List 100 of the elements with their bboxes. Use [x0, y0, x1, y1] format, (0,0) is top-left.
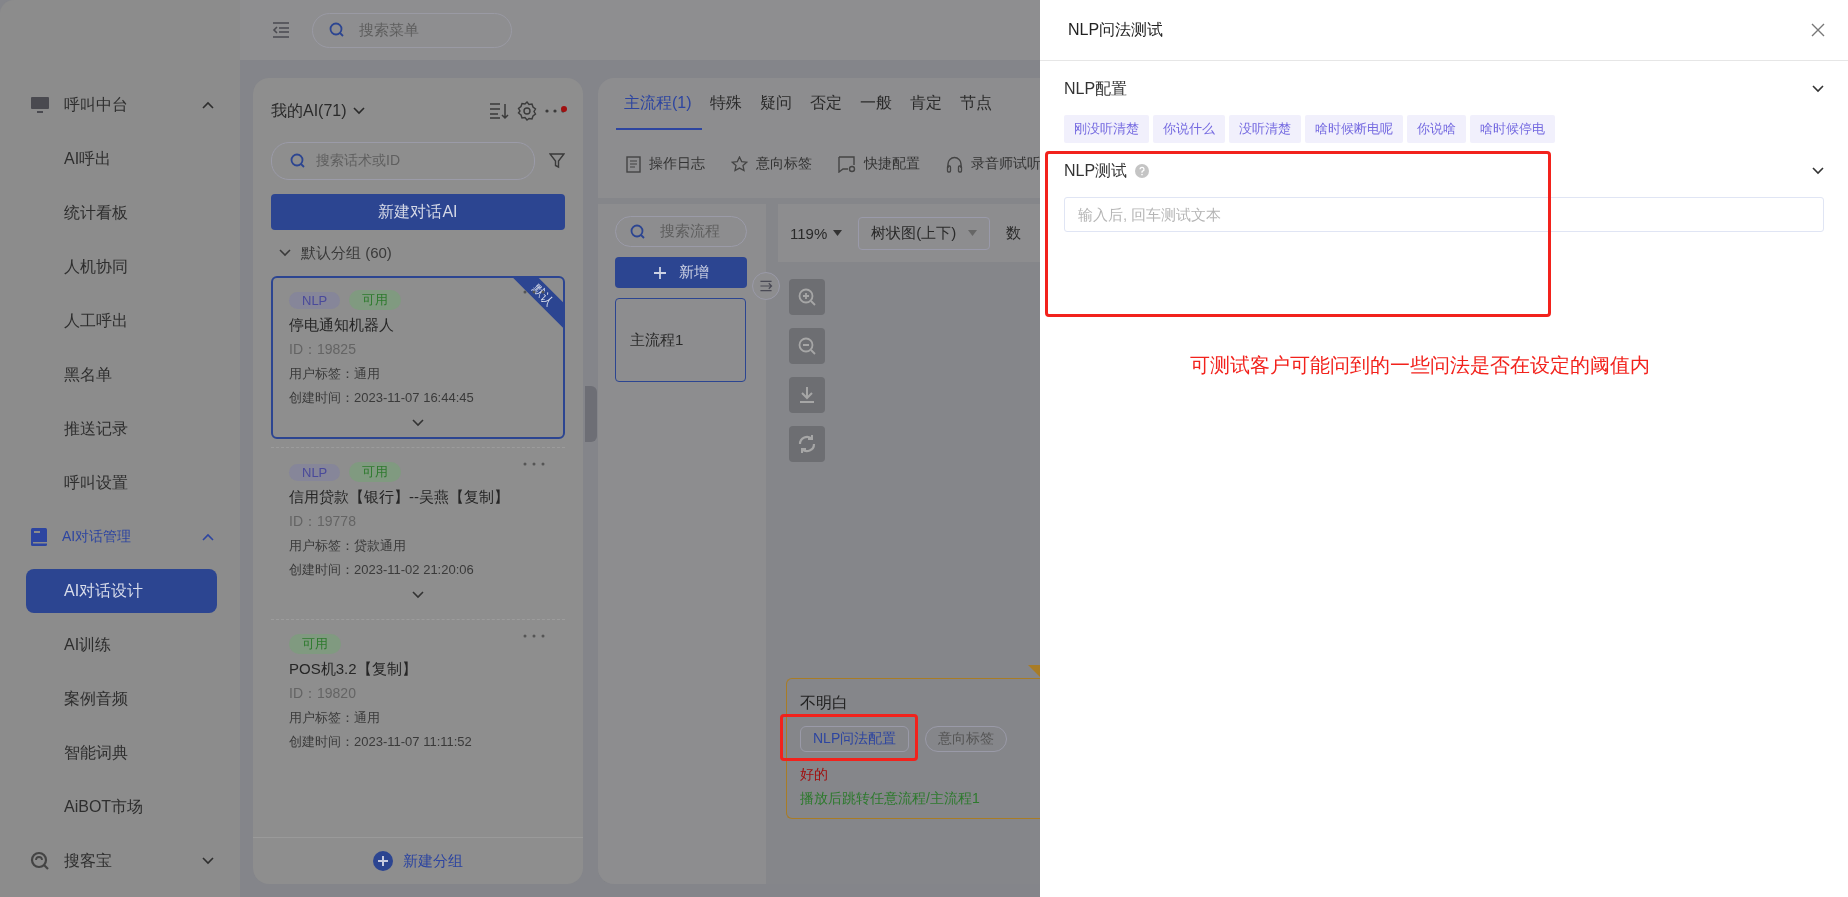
- chevron-icon: [202, 857, 214, 865]
- layout-select[interactable]: 树状图(上下): [858, 216, 991, 250]
- chevron-icon: [202, 101, 214, 109]
- settings-icon[interactable]: [517, 101, 537, 121]
- flow-tab[interactable]: 主流程(1): [616, 93, 702, 130]
- search-icon: [630, 223, 646, 240]
- jump-action-text: 播放后跳转任意流程/主流程1: [800, 790, 981, 808]
- nlp-config-button[interactable]: NLP问法配置: [800, 726, 910, 752]
- bot-name: 信用贷款【银行】--吴燕【复制】: [289, 488, 510, 507]
- refresh-button[interactable]: [789, 426, 825, 462]
- toolbar-button[interactable]: 意向标签: [731, 155, 812, 173]
- refresh-icon: [797, 434, 817, 454]
- sidebar-item[interactable]: 人机协同: [26, 240, 214, 294]
- sidebar-item[interactable]: AiBOT市场: [26, 780, 214, 834]
- collapse-icon[interactable]: [752, 272, 780, 300]
- caret-icon: [833, 230, 843, 236]
- nlp-tag: NLP: [289, 291, 341, 309]
- notification-dot: [561, 106, 567, 112]
- chevron-icon: [1812, 167, 1824, 175]
- menu-group[interactable]: AI对话管理: [0, 510, 240, 564]
- dropdown-icon: [352, 107, 365, 115]
- close-icon[interactable]: [1810, 22, 1826, 38]
- phrase-tag: 没听清楚: [1229, 115, 1301, 143]
- add-flow-button[interactable]: 新增: [615, 257, 747, 288]
- zoom-out-button[interactable]: [789, 328, 825, 364]
- reply-text: 好的: [800, 766, 829, 784]
- sidebar-item[interactable]: AI呼出: [26, 132, 214, 186]
- flow-tab[interactable]: 一般: [851, 93, 902, 130]
- sidebar-item[interactable]: AI训练: [26, 618, 214, 672]
- menu-icon[interactable]: [272, 22, 290, 38]
- flow-tab[interactable]: 否定: [801, 93, 852, 130]
- zoom-out-icon: [797, 336, 817, 356]
- new-ai-button[interactable]: 新建对话AI: [271, 194, 565, 230]
- search-icon: [30, 851, 50, 871]
- created-time: 创建时间：2023-11-07 16:44:45: [289, 389, 475, 407]
- toolbar-label: 数: [1006, 223, 1022, 243]
- phrase-tag: 你说啥: [1407, 115, 1466, 143]
- expand-icon: [412, 419, 424, 427]
- flow-tab[interactable]: 节点: [951, 93, 1002, 130]
- sidebar-item[interactable]: 案例音频: [26, 672, 214, 726]
- sort-icon[interactable]: [489, 102, 509, 120]
- node-title: 不明白: [800, 693, 849, 713]
- section-title: NLP配置: [1064, 78, 1128, 99]
- sidebar-item[interactable]: AI对话设计: [26, 569, 217, 613]
- headset-icon: [946, 155, 963, 173]
- connector-arrow-icon: [1028, 665, 1040, 677]
- flow-item[interactable]: 主流程1: [615, 298, 746, 382]
- collapse-handle[interactable]: [585, 386, 597, 442]
- toolbar-button[interactable]: 快捷配置: [838, 155, 920, 173]
- flow-tab[interactable]: 疑问: [751, 93, 802, 130]
- menu-group[interactable]: 呼叫中台: [0, 78, 240, 132]
- chat-gear-icon: [838, 155, 856, 173]
- toolbar-button[interactable]: 录音师试听: [946, 155, 1040, 173]
- new-group-button[interactable]: 新建分组: [253, 837, 583, 884]
- search-icon: [290, 153, 306, 169]
- created-time: 创建时间：2023-11-07 11:11:52: [289, 733, 473, 751]
- sidebar-item[interactable]: 呼叫设置: [26, 456, 214, 510]
- download-button[interactable]: [789, 377, 825, 413]
- document-icon: [626, 155, 641, 173]
- search-icon: [329, 22, 345, 38]
- annotation-text: 可测试客户可能问到的一些问法是否在设定的阈值内: [1190, 353, 1650, 378]
- flow-tab[interactable]: 肯定: [901, 93, 952, 130]
- menu-group[interactable]: 搜客宝: [0, 834, 240, 888]
- sidebar-item[interactable]: 人工呼出: [26, 294, 214, 348]
- sidebar-item[interactable]: 统计看板: [26, 186, 214, 240]
- test-input-field[interactable]: 输入后, 回车测试文本: [1064, 197, 1824, 232]
- download-icon: [797, 385, 817, 405]
- user-tag-text: 用户标签：贷款通用: [289, 537, 407, 555]
- group-header[interactable]: 默认分组 (60): [271, 230, 565, 276]
- sidebar-item[interactable]: 推送记录: [26, 402, 214, 456]
- zoom-in-icon: [797, 287, 817, 307]
- plus-icon: [653, 265, 667, 280]
- list-title[interactable]: 我的AI(71): [271, 100, 347, 122]
- status-tag: 可用: [349, 462, 402, 482]
- phrase-tag: 刚没听清楚: [1064, 115, 1149, 143]
- sidebar-item[interactable]: 黑名单: [26, 348, 214, 402]
- star-icon: [731, 155, 748, 173]
- caret-icon: [968, 230, 978, 236]
- zoom-in-button[interactable]: [789, 279, 825, 315]
- chevron-icon: [279, 249, 291, 257]
- toolbar-button[interactable]: 操作日志: [626, 155, 705, 173]
- book-icon: [30, 527, 48, 547]
- status-tag: 可用: [349, 290, 402, 310]
- chevron-icon: [1812, 85, 1824, 93]
- drawer-title: NLP问法测试: [1068, 19, 1165, 40]
- plus-circle-icon: [373, 851, 393, 871]
- user-tag-text: 用户标签：通用: [289, 709, 381, 727]
- monitor-icon: [30, 95, 50, 115]
- user-tag-text: 用户标签：通用: [289, 365, 381, 383]
- filter-icon[interactable]: [549, 153, 565, 169]
- phrase-tag: 啥时候停电: [1470, 115, 1555, 143]
- help-icon[interactable]: [1135, 164, 1150, 178]
- bot-name: POS机3.2【复制】: [289, 660, 418, 679]
- flow-tab[interactable]: 特殊: [701, 93, 752, 130]
- chevron-icon: [202, 533, 214, 541]
- phrase-tag: 啥时候断电呢: [1305, 115, 1403, 143]
- sidebar-item[interactable]: 智能词典: [26, 726, 214, 780]
- nlp-tag: NLP: [289, 463, 341, 481]
- status-tag: 可用: [289, 634, 341, 654]
- zoom-select[interactable]: 119%: [790, 224, 843, 242]
